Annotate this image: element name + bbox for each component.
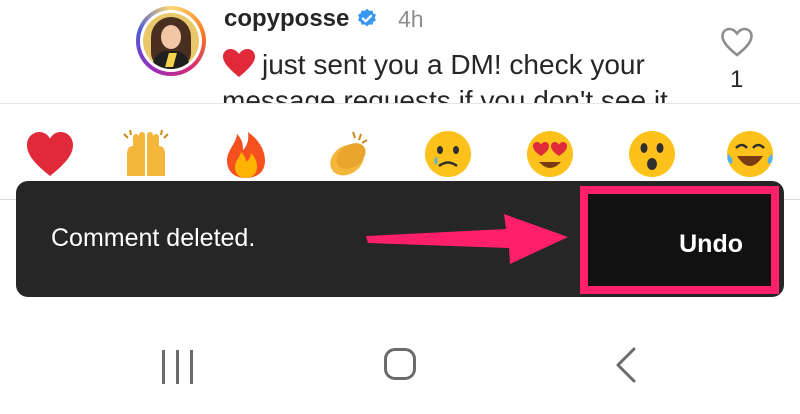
reaction-heart-eyes-face[interactable] bbox=[520, 122, 580, 186]
fire-icon bbox=[227, 132, 265, 178]
emoji-reaction-bar bbox=[0, 122, 800, 186]
like-heart-icon[interactable] bbox=[720, 26, 754, 58]
comment-row: copyposse 4h just sent you a DM! check y… bbox=[0, 0, 800, 103]
verified-badge-icon bbox=[358, 8, 376, 27]
crying-face-icon bbox=[425, 131, 471, 177]
comment-username[interactable]: copyposse bbox=[224, 5, 349, 33]
like-count: 1 bbox=[730, 66, 744, 93]
comment-text-line1: just sent you a DM! check your bbox=[262, 49, 645, 80]
tears-of-joy-face-icon bbox=[727, 131, 773, 177]
comment-timestamp: 4h bbox=[398, 6, 424, 32]
reaction-surprised-face[interactable] bbox=[622, 122, 682, 186]
comment-text: just sent you a DM! check your message r… bbox=[222, 47, 722, 103]
reaction-clapping-hands[interactable] bbox=[318, 122, 378, 186]
reaction-crying-face[interactable] bbox=[418, 122, 478, 186]
heart-eyes-face-icon bbox=[527, 131, 573, 177]
home-button[interactable] bbox=[384, 348, 416, 380]
raising-hands-icon bbox=[123, 129, 169, 176]
story-ring-avatar[interactable] bbox=[136, 6, 206, 76]
comment-text-line2: message requests if you don't see it bbox=[222, 85, 668, 103]
red-heart-icon bbox=[27, 132, 73, 176]
system-navigation-bar bbox=[0, 320, 800, 414]
red-heart-icon bbox=[223, 49, 255, 77]
divider bbox=[0, 103, 800, 104]
surprised-face-icon bbox=[629, 131, 675, 177]
pointing-arrow-annotation bbox=[366, 214, 568, 264]
recent-apps-button[interactable] bbox=[160, 350, 196, 384]
undo-highlight-box[interactable]: Undo bbox=[580, 186, 779, 294]
reaction-raising-hands[interactable] bbox=[116, 122, 176, 186]
back-button[interactable] bbox=[612, 346, 640, 384]
avatar bbox=[143, 13, 199, 69]
snackbar-message: Comment deleted. bbox=[51, 224, 256, 252]
reaction-tears-of-joy-face[interactable] bbox=[720, 122, 780, 186]
undo-button[interactable]: Undo bbox=[679, 230, 743, 259]
reaction-fire[interactable] bbox=[216, 122, 276, 186]
clapping-hands-icon bbox=[330, 131, 368, 176]
reaction-red-heart[interactable] bbox=[20, 122, 80, 186]
